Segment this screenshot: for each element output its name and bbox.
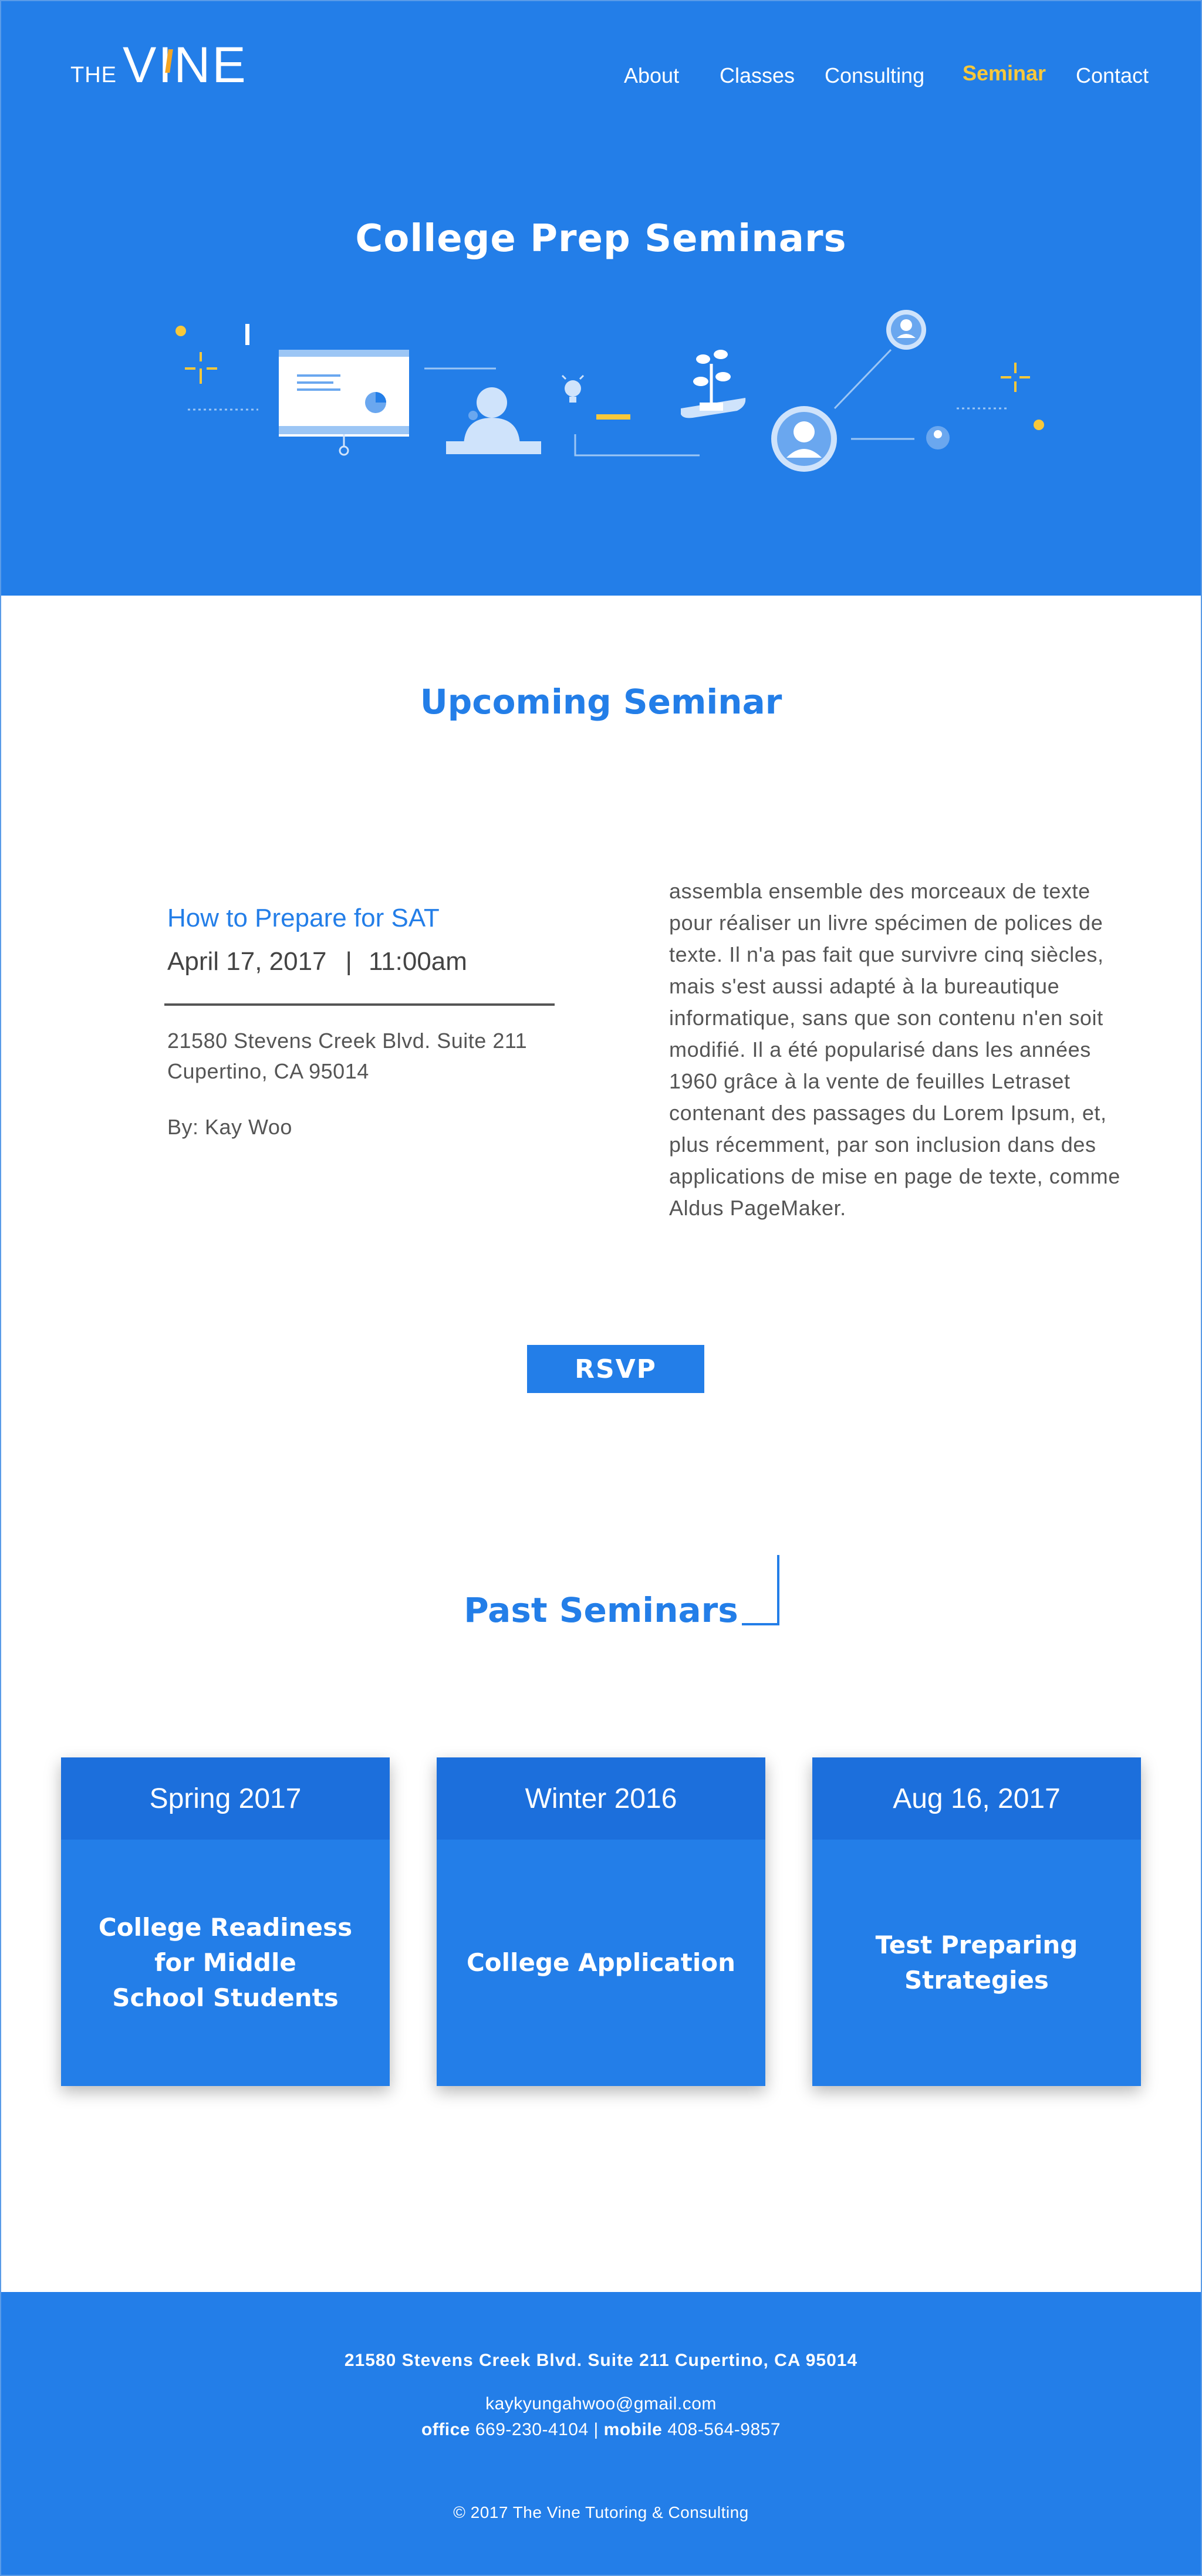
seminar-datetime: April 17, 2017 | 11:00am (167, 947, 467, 976)
office-label: office (421, 2420, 470, 2439)
footer-copyright: © 2017 The Vine Tutoring & Consulting (453, 2503, 749, 2521)
seminar-date: April 17, 2017 (167, 947, 327, 976)
heading-bracket-decoration (742, 1555, 779, 1625)
phone-divider: | (593, 2420, 599, 2439)
card-date: Spring 2017 (61, 1757, 390, 1840)
main-nav: About Classes Consulting Seminar Contact (0, 61, 1202, 93)
past-seminars-heading: Past Seminars (464, 1590, 738, 1630)
mobile-label: mobile (603, 2420, 663, 2439)
seminar-address-line1: 21580 Stevens Creek Blvd. Suite 211 (167, 1029, 528, 1053)
card-title: College Readiness for Middle School Stud… (98, 1913, 353, 2012)
upcoming-heading: Upcoming Seminar (420, 682, 782, 722)
nav-contact[interactable]: Contact (1076, 63, 1149, 88)
sparkle-icon (175, 324, 258, 411)
card-title: College Application (466, 1948, 736, 1977)
seminar-divider (164, 1003, 555, 1006)
lightbulb-icon (561, 374, 700, 457)
past-seminars-list: Spring 2017 College Readiness for Middle… (0, 1757, 1202, 2086)
seminar-description: assembla ensemble des morceaux de texte … (669, 879, 1120, 1220)
site-footer: 21580 Stevens Creek Blvd. Suite 211 Cupe… (0, 2292, 1202, 2576)
nav-classes[interactable]: Classes (720, 63, 795, 88)
past-seminar-card[interactable]: Winter 2016 College Application (437, 1757, 765, 2086)
sparkle-icon (957, 363, 1044, 430)
seminar-address-line2: Cupertino, CA 95014 (167, 1059, 369, 1083)
hero-illustration (175, 310, 1044, 472)
user-avatar-icon (771, 310, 950, 472)
speaker-icon (446, 387, 541, 454)
nav-about[interactable]: About (624, 63, 679, 88)
card-date: Aug 16, 2017 (812, 1757, 1141, 1840)
footer-email-link[interactable]: kaykyungahwoo@gmail.com (0, 2394, 1202, 2414)
hero-title: College Prep Seminars (355, 217, 847, 261)
plant-in-hand-icon (681, 350, 746, 418)
footer-address: 21580 Stevens Creek Blvd. Suite 211 Cupe… (344, 2351, 858, 2370)
nav-seminar[interactable]: Seminar (963, 61, 1046, 86)
nav-consulting[interactable]: Consulting (825, 63, 924, 88)
footer-phones: office 669-230-4104 | mobile 408-564-985… (0, 2420, 1202, 2440)
past-seminar-card[interactable]: Aug 16, 2017 Test Preparing Strategies (812, 1757, 1141, 2086)
datetime-separator: | (345, 947, 352, 976)
seminar-presenter: By: Kay Woo (167, 1115, 292, 1139)
rsvp-button[interactable]: RSVP (527, 1345, 704, 1393)
office-phone[interactable]: 669-230-4104 (475, 2420, 589, 2439)
seminar-time: 11:00am (368, 947, 467, 976)
presentation-icon (279, 350, 409, 456)
seminar-title-link[interactable]: How to Prepare for SAT (167, 904, 440, 933)
card-title: Test Preparing Strategies (875, 1931, 1078, 1994)
seminar-address: 21580 Stevens Creek Blvd. Suite 211 Cupe… (167, 1026, 527, 1087)
hero-section: THE VINE About Classes Consulting Semina… (0, 0, 1202, 596)
card-date: Winter 2016 (437, 1757, 765, 1840)
mobile-phone[interactable]: 408-564-9857 (667, 2420, 781, 2439)
past-seminar-card[interactable]: Spring 2017 College Readiness for Middle… (61, 1757, 390, 2086)
